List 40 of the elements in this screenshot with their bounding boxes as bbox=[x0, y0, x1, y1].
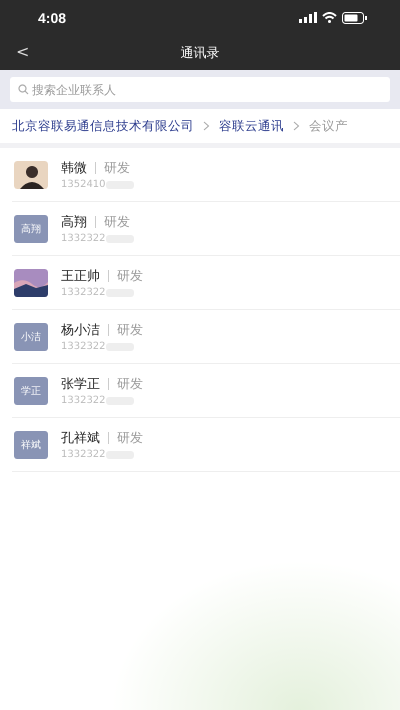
wifi-icon bbox=[322, 12, 337, 23]
contact-department: 研发 bbox=[117, 268, 143, 285]
contact-row[interactable]: 高翔 高翔 研发 1332322 bbox=[12, 202, 400, 256]
contact-row[interactable]: 小洁 杨小洁 研发 1332322 bbox=[12, 310, 400, 364]
avatar-silhouette bbox=[14, 160, 48, 188]
initials-avatar: 祥斌 bbox=[14, 430, 48, 458]
contact-phone: 1332322 bbox=[61, 287, 106, 298]
contact-phone: 1332322 bbox=[61, 233, 106, 244]
contact-phone: 1332322 bbox=[61, 395, 106, 406]
back-button[interactable]: < bbox=[12, 42, 34, 61]
contact-name: 孔祥斌 bbox=[61, 430, 100, 447]
initials-avatar: 高翔 bbox=[14, 214, 48, 242]
status-time: 4:08 bbox=[38, 10, 66, 26]
contact-phone: 1352410 bbox=[61, 179, 106, 190]
signal-icon bbox=[299, 12, 317, 23]
contact-row[interactable]: 王正帅 研发 1332322 bbox=[12, 256, 400, 310]
initials-avatar: 学正 bbox=[14, 376, 48, 404]
breadcrumb-link[interactable]: 北京容联易通信息技术有限公司 bbox=[12, 118, 194, 134]
contact-department: 研发 bbox=[117, 430, 143, 447]
contact-name: 高翔 bbox=[61, 214, 87, 231]
contact-name: 杨小洁 bbox=[61, 322, 100, 339]
page-title: 通讯录 bbox=[180, 44, 220, 62]
chevron-icon bbox=[293, 121, 300, 131]
contact-department: 研发 bbox=[104, 214, 130, 231]
contact-department: 研发 bbox=[104, 160, 130, 177]
search-field[interactable]: 搜索企业联系人 bbox=[10, 77, 390, 102]
contact-department: 研发 bbox=[117, 376, 143, 393]
contact-row[interactable]: 学正 张学正 研发 1332322 bbox=[12, 364, 400, 418]
chevron-icon bbox=[203, 121, 210, 131]
contact-department: 研发 bbox=[117, 322, 143, 339]
breadcrumb-link[interactable]: 容联云通讯 bbox=[219, 118, 284, 134]
contact-row[interactable]: 韩微 研发 1352410 bbox=[12, 148, 400, 202]
contact-name: 张学正 bbox=[61, 376, 100, 393]
landscape-picture bbox=[14, 268, 48, 296]
contact-name: 王正帅 bbox=[61, 268, 100, 285]
initials-avatar: 小洁 bbox=[14, 322, 48, 350]
battery-icon bbox=[342, 12, 367, 24]
contact-phone: 1332322 bbox=[61, 341, 106, 352]
contact-phone: 1332322 bbox=[61, 449, 106, 460]
contact-name: 韩微 bbox=[61, 160, 87, 177]
